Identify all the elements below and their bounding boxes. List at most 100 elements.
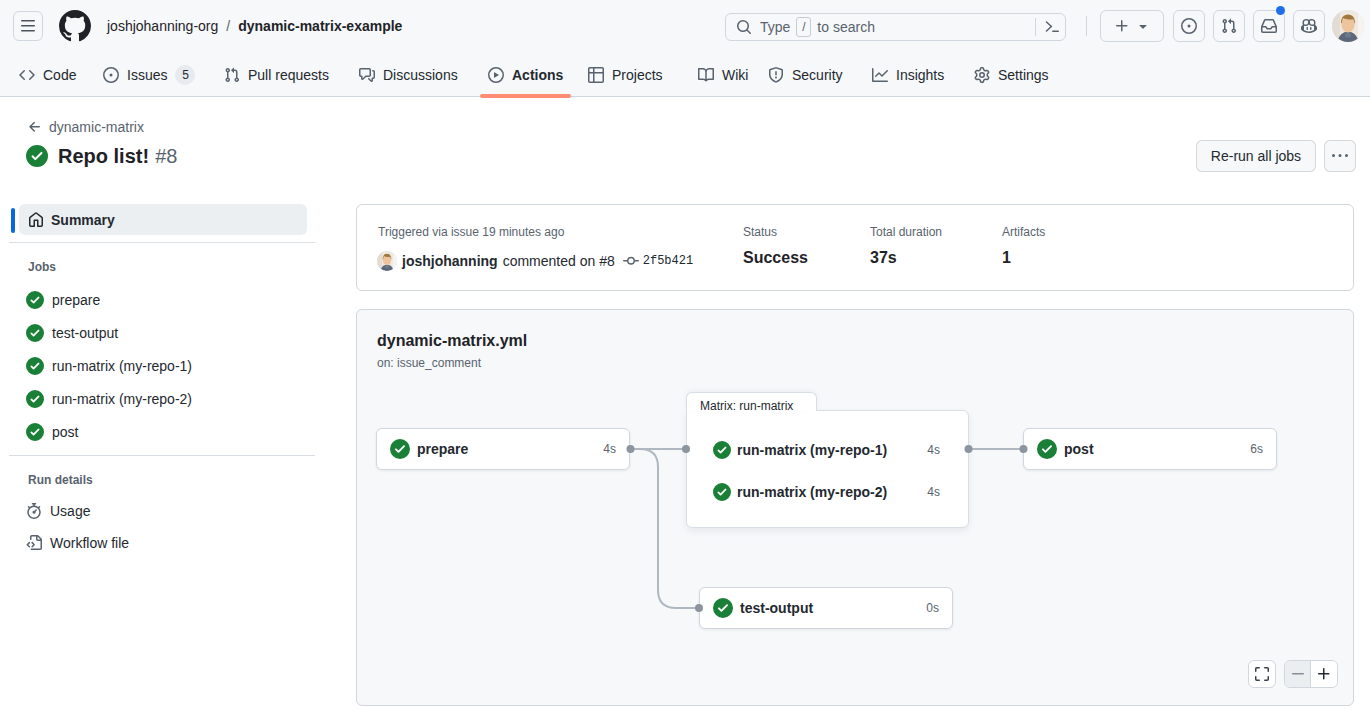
graph-zoom-controls xyxy=(1284,660,1338,688)
back-to-workflow-link[interactable]: dynamic-matrix xyxy=(27,117,144,137)
job-duration: 6s xyxy=(1250,442,1263,456)
tab-pull-requests[interactable]: Pull requests xyxy=(216,52,337,97)
job-name: test-output xyxy=(740,600,926,616)
tab-issues[interactable]: Issues5 xyxy=(95,52,203,97)
zoom-out-button[interactable] xyxy=(1285,661,1311,687)
issue-opened-icon xyxy=(1181,18,1197,34)
command-palette-icon[interactable] xyxy=(1044,19,1060,35)
run-name: Repo list! xyxy=(58,145,149,168)
job-duration: 4s xyxy=(927,485,940,499)
trigger-event-text: commented on #8 xyxy=(503,253,615,269)
sidebar-job-prepare[interactable]: prepare xyxy=(26,291,100,309)
issue-opened-icon xyxy=(103,67,119,83)
issues-button[interactable] xyxy=(1173,10,1205,42)
copilot-button[interactable] xyxy=(1293,10,1325,42)
repo-nav: Code Issues5 Pull requests Discussions A… xyxy=(0,52,1370,97)
inbox-icon xyxy=(1261,18,1277,34)
breadcrumb-org-link[interactable]: joshjohanning-org xyxy=(107,18,218,34)
sidebar-job-post[interactable]: post xyxy=(26,423,78,441)
breadcrumb-separator: / xyxy=(226,18,230,34)
arrow-left-icon xyxy=(27,119,43,135)
tab-insights[interactable]: Insights xyxy=(864,52,952,97)
graph-node-test-output[interactable]: test-output 0s xyxy=(699,587,953,629)
graph-node-run-matrix-2[interactable]: run-matrix (my-repo-2) 4s xyxy=(687,471,968,513)
avatar-image xyxy=(1332,10,1364,42)
stat-total-duration: Total duration 37s xyxy=(870,225,942,267)
tab-discussions[interactable]: Discussions xyxy=(351,52,466,97)
table-icon xyxy=(588,67,604,83)
gear-icon xyxy=(974,67,990,83)
check-circle-icon xyxy=(26,423,44,441)
graph-fullscreen-button[interactable] xyxy=(1248,660,1276,688)
tab-label: Discussions xyxy=(383,67,458,83)
job-name: post xyxy=(1064,441,1250,457)
run-summary-card: Triggered via issue 19 minutes ago joshj… xyxy=(356,204,1354,291)
pull-requests-button[interactable] xyxy=(1213,10,1245,42)
file-code-icon xyxy=(26,535,42,551)
zoom-in-button[interactable] xyxy=(1311,661,1337,687)
job-name: run-matrix (my-repo-1) xyxy=(737,442,927,458)
sidebar-divider xyxy=(9,455,315,456)
status-value: Success xyxy=(743,249,808,267)
dash-icon xyxy=(1290,666,1306,682)
rerun-all-jobs-button[interactable]: Re-run all jobs xyxy=(1196,140,1316,172)
sidebar-job-label: run-matrix (my-repo-1) xyxy=(52,358,192,374)
sidebar-item-workflow-file[interactable]: Workflow file xyxy=(26,535,129,551)
git-pull-request-icon xyxy=(1221,18,1237,34)
graph-icon xyxy=(872,67,888,83)
search-placeholder-prefix: Type xyxy=(760,19,790,35)
sidebar-job-test-output[interactable]: test-output xyxy=(26,324,118,342)
unread-notification-dot xyxy=(1276,6,1285,15)
sidebar-selected-indicator xyxy=(11,208,15,233)
create-new-button[interactable] xyxy=(1100,10,1164,42)
actor-avatar[interactable] xyxy=(377,251,397,271)
actor-login[interactable]: joshjohanning xyxy=(402,253,498,269)
commit-sha-link[interactable]: 2f5b421 xyxy=(643,254,693,268)
sidebar-item-label: Usage xyxy=(50,503,90,519)
tab-wiki[interactable]: Wiki xyxy=(690,52,756,97)
tab-settings[interactable]: Settings xyxy=(966,52,1057,97)
search-divider xyxy=(1035,18,1036,36)
home-icon xyxy=(28,212,44,228)
breadcrumb-repo-link[interactable]: dynamic-matrix-example xyxy=(238,18,402,34)
global-menu-button[interactable] xyxy=(13,11,43,41)
tab-actions[interactable]: Actions xyxy=(480,52,571,97)
app-header: joshjohanning-org / dynamic-matrix-examp… xyxy=(0,0,1370,97)
job-name: run-matrix (my-repo-2) xyxy=(737,484,927,500)
matrix-group-box: run-matrix (my-repo-1) 4s run-matrix (my… xyxy=(686,410,969,528)
tab-projects[interactable]: Projects xyxy=(580,52,671,97)
run-title: Repo list! #8 xyxy=(26,144,177,168)
sidebar-job-run-matrix-1[interactable]: run-matrix (my-repo-1) xyxy=(26,357,192,375)
github-logo[interactable] xyxy=(59,10,91,42)
code-icon xyxy=(19,67,35,83)
kebab-horizontal-icon xyxy=(1332,148,1348,164)
tab-label: Actions xyxy=(512,67,563,83)
check-circle-icon xyxy=(713,598,733,618)
sidebar-item-usage[interactable]: Usage xyxy=(26,503,90,519)
check-circle-icon xyxy=(26,357,44,375)
tab-label: Insights xyxy=(896,67,944,83)
sidebar-job-run-matrix-2[interactable]: run-matrix (my-repo-2) xyxy=(26,390,192,408)
stat-status: Status Success xyxy=(743,225,808,267)
screen-full-icon xyxy=(1254,666,1270,682)
github-mark-icon xyxy=(59,10,91,42)
graph-node-prepare[interactable]: prepare 4s xyxy=(376,428,630,470)
check-circle-icon xyxy=(26,145,48,167)
graph-node-run-matrix-1[interactable]: run-matrix (my-repo-1) 4s xyxy=(687,429,968,471)
job-duration: 4s xyxy=(927,443,940,457)
sidebar-run-details-header: Run details xyxy=(28,473,93,487)
sidebar-job-label: run-matrix (my-repo-2) xyxy=(52,391,192,407)
tab-code[interactable]: Code xyxy=(11,52,84,97)
graph-node-post[interactable]: post 6s xyxy=(1023,428,1277,470)
run-options-button[interactable] xyxy=(1324,140,1356,172)
stat-label: Artifacts xyxy=(1002,225,1045,239)
check-circle-icon xyxy=(390,439,410,459)
trigger-label: Triggered via issue 19 minutes ago xyxy=(378,225,564,239)
tab-security[interactable]: Security xyxy=(760,52,851,97)
check-circle-icon xyxy=(26,390,44,408)
sidebar-job-label: test-output xyxy=(52,325,118,341)
user-avatar[interactable] xyxy=(1332,10,1364,42)
shield-icon xyxy=(768,67,784,83)
sidebar-item-summary[interactable]: Summary xyxy=(19,204,307,235)
search-input[interactable]: Type / to search xyxy=(725,13,1066,41)
